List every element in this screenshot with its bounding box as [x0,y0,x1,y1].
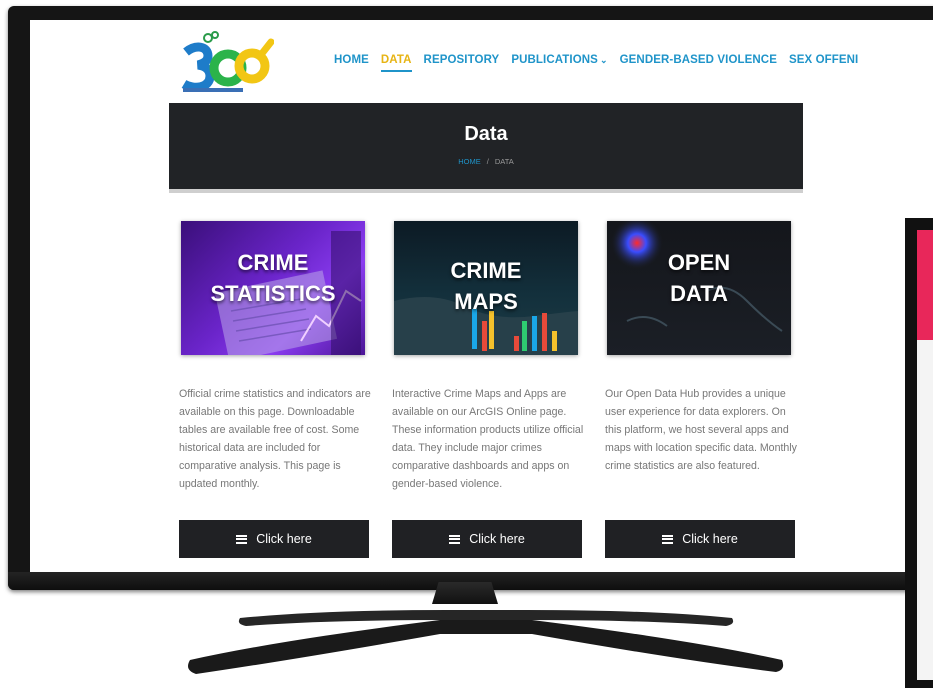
nav-publications-label: PUBLICATIONS [511,54,598,66]
card-crime-statistics: CRIME STATISTICS Official crime statisti… [179,221,371,558]
card-crime-maps: CRIME MAPS Interactive Crime Maps and Ap… [392,221,583,558]
nav-gender-based-violence[interactable]: GENDER-BASED VIOLENCE [620,54,777,66]
breadcrumb-current: DATA [494,157,514,166]
open-data-image-title-line1: OPEN [667,250,731,275]
crime-maps-click-button[interactable]: Click here [392,520,582,558]
menu-icon [449,534,461,544]
menu-icon [662,534,674,544]
crime-statistics-image[interactable]: CRIME STATISTICS [181,221,365,355]
main-nav: HOME DATA REPOSITORY PUBLICATIONS ⌄ GENDE… [334,54,858,72]
second-tv [905,218,933,688]
chevron-down-icon: ⌄ [599,55,608,65]
menu-icon [236,534,248,544]
open-data-image-title-line2: DATA [670,281,728,306]
tv-frame: HOME DATA REPOSITORY PUBLICATIONS ⌄ GENDE… [8,6,933,590]
crime-statistics-image-title-line2: STATISTICS [210,281,336,306]
page-title: Data [464,123,508,145]
open-data-button-label: Click here [682,532,738,546]
browser-viewport: HOME DATA REPOSITORY PUBLICATIONS ⌄ GENDE… [30,20,933,577]
crime-maps-image-title-line1: CRIME [450,258,522,283]
crime-maps-button-label: Click here [469,532,525,546]
nav-data[interactable]: DATA [380,54,412,72]
open-data-description: Our Open Data Hub provides a unique user… [605,388,797,472]
crime-statistics-click-button[interactable]: Click here [179,520,369,558]
second-tv-screen [917,230,933,680]
crime-maps-image-title-line2: MAPS [454,289,518,314]
logo-icon[interactable] [178,30,274,96]
nav-publications[interactable]: PUBLICATIONS ⌄ [511,54,607,66]
tv-stand-base [188,610,784,674]
breadcrumb-separator: / [486,157,489,166]
crime-statistics-description: Official crime statistics and indicators… [179,388,371,490]
crime-statistics-image-title-line1: CRIME [237,250,309,275]
breadcrumb: HOME / DATA [169,157,803,166]
breadcrumb-home[interactable]: HOME [458,157,481,166]
open-data-image[interactable]: OPEN DATA [607,221,791,355]
page-banner: Data HOME / DATA [169,103,803,193]
crime-maps-image[interactable]: CRIME MAPS [394,221,578,355]
open-data-click-button[interactable]: Click here [605,520,795,558]
nav-repository[interactable]: REPOSITORY [424,54,500,66]
crime-statistics-button-label: Click here [256,532,312,546]
second-tv-pink-panel [917,230,933,340]
crime-maps-description: Interactive Crime Maps and Apps are avai… [392,388,584,490]
card-open-data: OPEN DATA Our Open Data Hub provides a u… [605,221,797,558]
nav-sex-offender[interactable]: SEX OFFENI [789,54,858,66]
nav-home[interactable]: HOME [334,54,369,66]
